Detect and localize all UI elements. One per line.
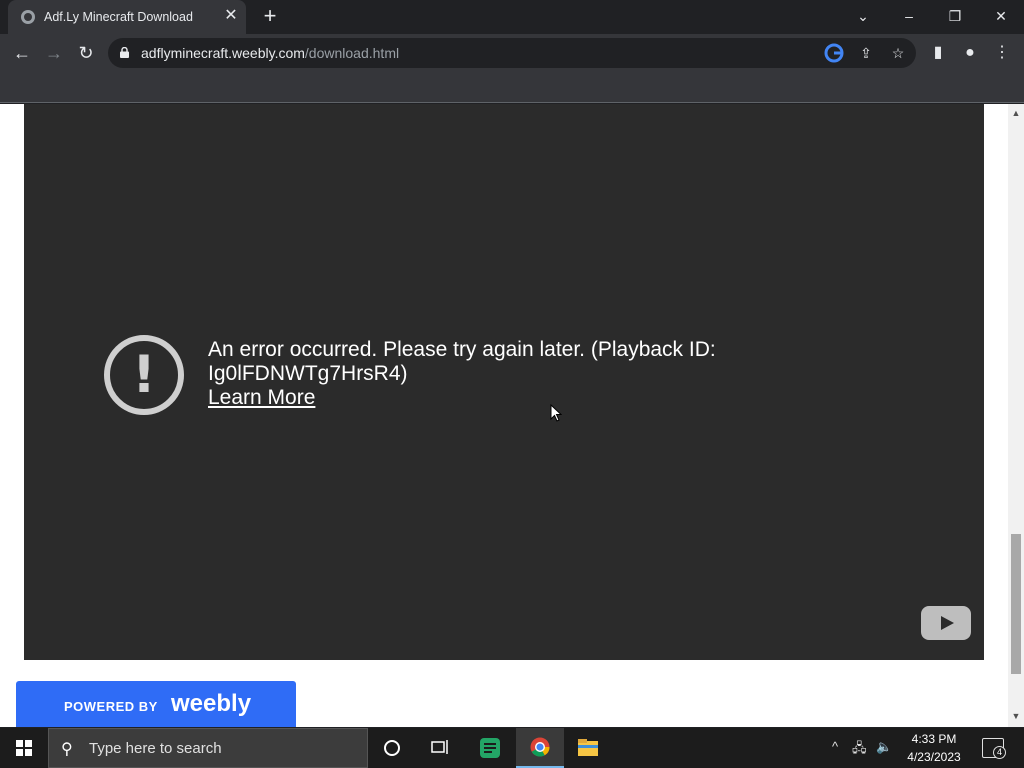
lock-icon xyxy=(120,47,129,58)
url-path: /download.html xyxy=(304,45,400,61)
restore-button[interactable]: ❐ xyxy=(940,4,970,28)
mouse-cursor-icon xyxy=(550,404,562,422)
notification-count: 4 xyxy=(993,746,1006,759)
share-icon[interactable]: ⇪ xyxy=(856,43,876,63)
scroll-down-arrow-icon[interactable]: ▼ xyxy=(1008,711,1024,723)
search-icon: ⚲ xyxy=(61,741,73,758)
minimize-button[interactable]: – xyxy=(894,4,924,28)
youtube-icon[interactable] xyxy=(921,606,971,640)
sheets-app-icon[interactable] xyxy=(466,728,514,768)
url-text: adflyminecraft.weebly.com/download.html xyxy=(141,45,399,61)
volume-muted-icon[interactable]: 🔈 xyxy=(876,739,892,755)
globe-icon xyxy=(21,10,35,24)
powered-by-weebly-badge[interactable]: POWERED BY weebly xyxy=(16,681,296,727)
clock-time: 4:33 PM xyxy=(911,732,957,746)
network-icon[interactable]: 🖧 xyxy=(852,739,867,761)
action-center-icon[interactable]: 4 xyxy=(982,738,1006,759)
address-bar[interactable]: adflyminecraft.weebly.com/download.html … xyxy=(108,38,916,68)
file-explorer-icon[interactable] xyxy=(564,728,612,768)
close-window-button[interactable]: ✕ xyxy=(986,4,1016,28)
powered-by-label: POWERED BY xyxy=(64,699,158,714)
close-tab-icon[interactable]: ✕ xyxy=(222,6,240,26)
side-panel-icon[interactable]: ▮ xyxy=(928,43,948,63)
learn-more-link[interactable]: Learn More xyxy=(208,386,315,410)
google-icon[interactable] xyxy=(824,43,844,63)
tab-search-icon[interactable]: ⌄ xyxy=(848,4,878,28)
page-scrollbar[interactable]: ▲ ▼ xyxy=(1008,104,1024,727)
menu-icon[interactable]: ⋮ xyxy=(992,43,1012,63)
profile-icon[interactable]: ● xyxy=(960,43,980,63)
tab-title: Adf.Ly Minecraft Download xyxy=(44,10,193,24)
scroll-up-arrow-icon[interactable]: ▲ xyxy=(1008,108,1024,120)
error-message: An error occurred. Please try again late… xyxy=(208,338,716,385)
windows-start-icon[interactable] xyxy=(0,728,48,768)
taskbar-clock[interactable]: 4:33 PM 4/23/2023 xyxy=(896,730,972,766)
url-domain: adflyminecraft.weebly.com xyxy=(141,45,305,61)
back-button[interactable]: ← xyxy=(8,39,36,67)
taskbar-search-box[interactable]: ⚲ Type here to search xyxy=(48,728,368,768)
error-icon: ! xyxy=(104,335,184,415)
web-page: ! An error occurred. Please try again la… xyxy=(0,104,1008,727)
video-player[interactable]: ! An error occurred. Please try again la… xyxy=(24,104,984,660)
browser-toolbar: ← → ↻ adflyminecraft.weebly.com/download… xyxy=(0,34,1024,72)
windows-taskbar: ⚲ Type here to search ^ 🖧 🔈 4:33 PM 4/23… xyxy=(0,728,1024,768)
tab-strip: Adf.Ly Minecraft Download ✕ + ⌄ – ❐ ✕ xyxy=(0,0,1024,34)
info-bar xyxy=(0,72,1024,103)
weebly-logo: weebly xyxy=(171,690,252,717)
forward-button[interactable]: → xyxy=(40,39,68,67)
show-hidden-icons-icon[interactable]: ^ xyxy=(832,739,838,754)
clock-date: 4/23/2023 xyxy=(907,750,961,764)
search-placeholder: Type here to search xyxy=(89,740,222,757)
reload-button[interactable]: ↻ xyxy=(72,39,100,67)
chrome-app-icon[interactable] xyxy=(516,728,564,768)
new-tab-button[interactable]: + xyxy=(258,5,282,29)
cortana-icon[interactable] xyxy=(368,728,416,768)
scroll-thumb[interactable] xyxy=(1011,534,1021,674)
task-view-icon[interactable] xyxy=(416,728,464,768)
bookmark-star-icon[interactable]: ☆ xyxy=(888,43,908,63)
browser-tab[interactable]: Adf.Ly Minecraft Download ✕ xyxy=(8,0,246,34)
